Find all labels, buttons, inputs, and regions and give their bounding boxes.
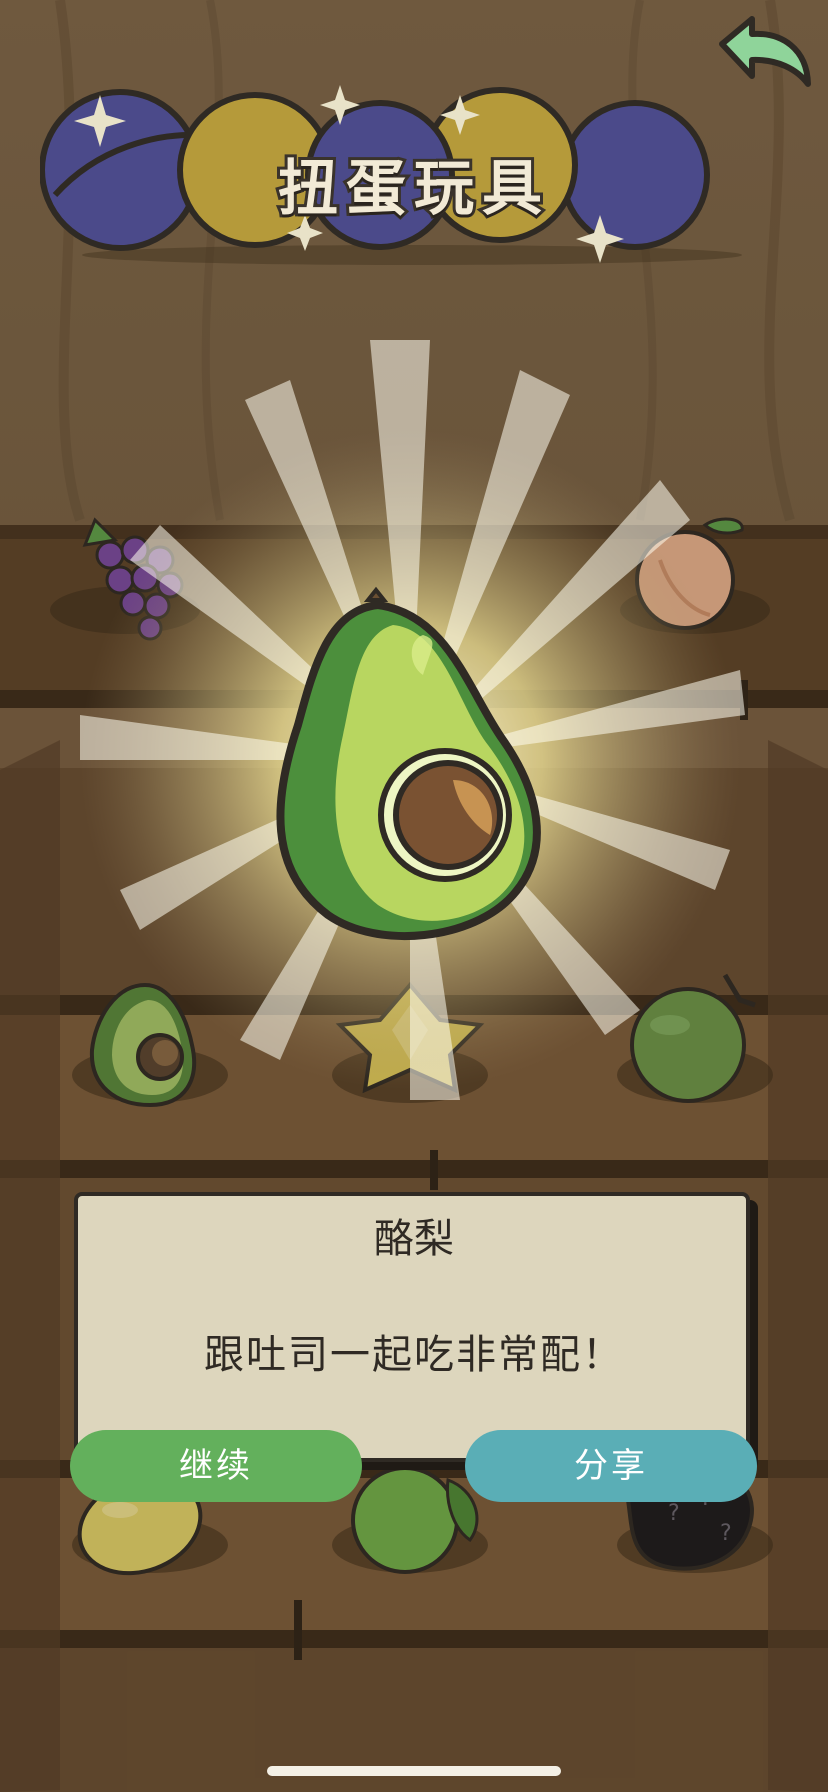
back-arrow-icon[interactable] [712,14,816,96]
continue-button[interactable]: 继续 [70,1430,362,1502]
item-name: 酪梨 [374,1216,454,1262]
share-button[interactable]: 分享 [465,1430,757,1502]
home-indicator[interactable] [267,1766,561,1776]
page-title: 扭蛋玩具 [275,151,550,227]
featured-avocado-icon [276,586,541,941]
item-description: 跟吐司一起吃非常配！ [204,1332,624,1378]
